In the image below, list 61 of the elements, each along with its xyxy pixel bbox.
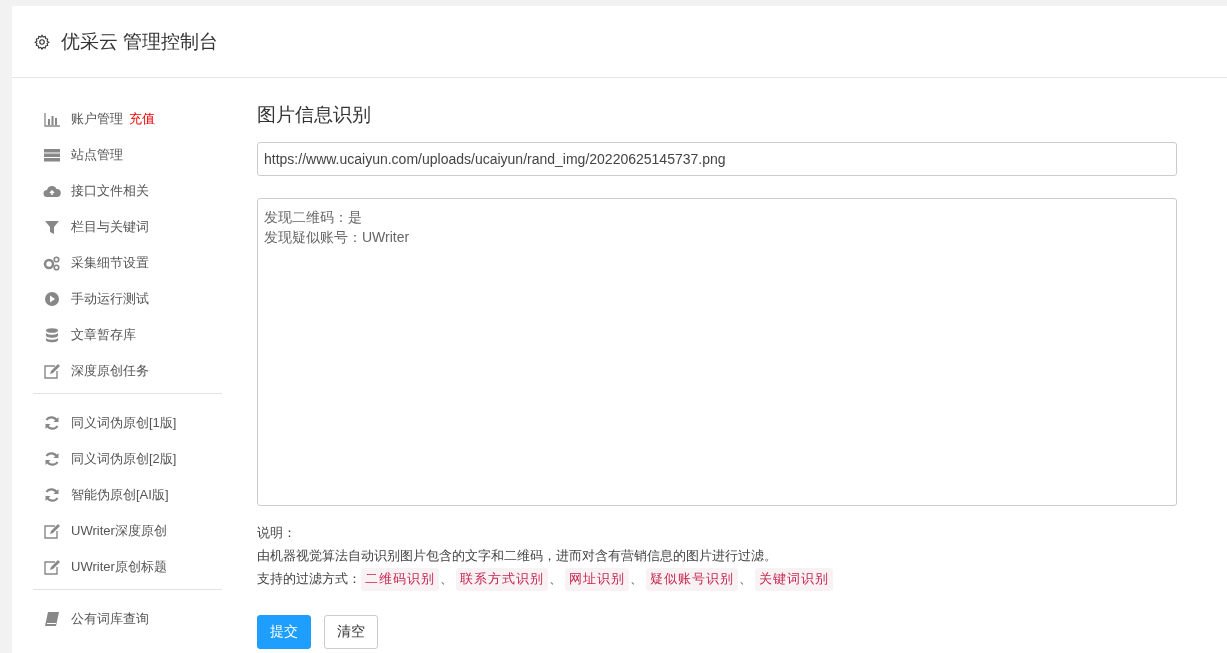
edit-icon xyxy=(43,559,61,575)
menu-label: 同义词伪原创[2版] xyxy=(71,450,177,468)
separator-mark: 、 xyxy=(549,571,562,588)
section-title: 图片信息识别 xyxy=(257,103,372,127)
refresh-icon xyxy=(43,487,61,503)
filter-tag: 关键词识别 xyxy=(755,568,833,591)
notes-heading: 说明： xyxy=(257,525,297,542)
gears-icon xyxy=(43,255,61,271)
notes-description: 由机器视觉算法自动识别图片包含的文字和二维码，进而对含有营销信息的图片进行过滤。 xyxy=(257,548,778,565)
menu-label: UWriter深度原创 xyxy=(71,522,167,540)
menu-label: UWriter原创标题 xyxy=(71,558,167,576)
sidebar-item[interactable]: UWriter深度原创 xyxy=(33,513,222,549)
menu-label: 站点管理 xyxy=(71,146,123,164)
menu-label: 智能伪原创[AI版] xyxy=(71,486,169,504)
book-icon xyxy=(43,611,61,627)
result-field[interactable]: 发现二维码：是 发现疑似账号：UWriter xyxy=(257,198,1177,506)
separator-mark: 、 xyxy=(739,571,752,588)
filter-tag: 联系方式识别 xyxy=(456,568,548,591)
methods-label: 支持的过滤方式： xyxy=(257,571,361,588)
sidebar-item[interactable]: 同义词伪原创[1版] xyxy=(33,405,222,441)
settings-icon xyxy=(33,33,51,50)
menu-label: 栏目与关键词 xyxy=(71,218,149,236)
page-title: 优采云 管理控制台 xyxy=(61,29,219,54)
menu-label: 采集细节设置 xyxy=(71,254,149,272)
sidebar-item[interactable]: 文章暂存库 xyxy=(33,317,222,353)
sidebar-item[interactable]: 智能伪原创[AI版] xyxy=(33,477,222,513)
filter-icon xyxy=(43,219,61,235)
edit-icon xyxy=(43,363,61,379)
edit-icon xyxy=(43,523,61,539)
menu-label: 接口文件相关 xyxy=(71,182,149,200)
play-icon xyxy=(43,291,61,307)
sidebar-item[interactable]: 同义词伪原创[2版] xyxy=(33,441,222,477)
sidebar-item[interactable]: 手动运行测试 xyxy=(33,281,222,317)
sidebar-item[interactable]: 公有词库查询 xyxy=(33,601,222,637)
cloud-upload-icon xyxy=(43,183,61,199)
sidebar-item[interactable]: 深度原创任务 xyxy=(33,353,222,389)
sidebar-item[interactable]: 接口文件相关 xyxy=(33,173,222,209)
menu-label: 深度原创任务 xyxy=(71,362,149,380)
database-icon xyxy=(43,327,61,343)
menu-label: 手动运行测试 xyxy=(71,290,149,308)
server-icon xyxy=(43,147,61,163)
filter-tag: 网址识别 xyxy=(565,568,629,591)
sidebar-item[interactable]: 栏目与关键词 xyxy=(33,209,222,245)
menu-label: 同义词伪原创[1版] xyxy=(71,414,177,432)
refresh-icon xyxy=(43,451,61,467)
refresh-icon xyxy=(43,415,61,431)
separator-mark: 、 xyxy=(630,571,643,588)
menu-label: 公有词库查询 xyxy=(71,610,149,628)
separator-mark: 、 xyxy=(440,571,453,588)
filter-tag: 二维码识别 xyxy=(361,568,439,591)
menu-label: 账户管理 xyxy=(71,110,123,128)
bar-chart-icon xyxy=(43,111,61,127)
sidebar-item[interactable]: 账户管理 充值 xyxy=(33,101,222,137)
sidebar-item[interactable]: UWriter原创标题 xyxy=(33,549,222,585)
sidebar-item[interactable]: 采集细节设置 xyxy=(33,245,222,281)
sidebar-item[interactable]: 站点管理 xyxy=(33,137,222,173)
url-field[interactable]: https://www.ucaiyun.com/uploads/ucaiyun/rand_img/20220625145737.png xyxy=(257,142,1177,176)
menu-label: 文章暂存库 xyxy=(71,326,136,344)
clear-button[interactable]: 清空 xyxy=(324,615,378,649)
filter-tag: 疑似账号识别 xyxy=(646,568,738,591)
recharge-link[interactable]: 充值 xyxy=(129,110,155,128)
